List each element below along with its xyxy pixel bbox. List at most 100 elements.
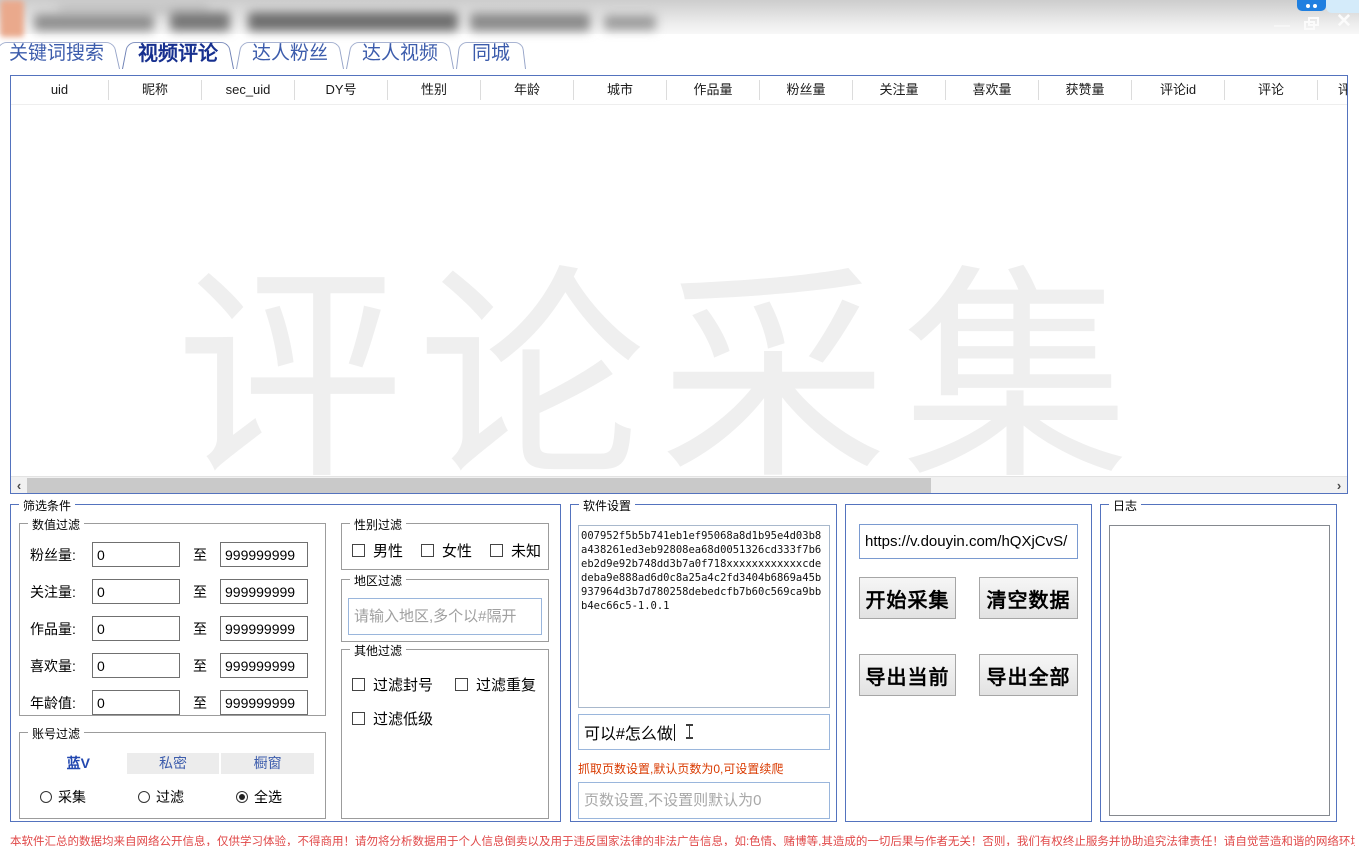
scroll-left-arrow-icon[interactable]: ‹ (11, 477, 27, 494)
close-button[interactable]: ✕ (1333, 10, 1355, 33)
fans-count-label: 粉丝量: (30, 545, 92, 565)
column-header-following: 关注量 (852, 80, 945, 100)
radio-icon (138, 791, 150, 803)
pages-hint-text: 抓取页数设置,默认页数为0,可设置续爬 (578, 760, 783, 777)
to-label: 至 (180, 582, 220, 602)
tab-video-comments[interactable]: 视频评论 (122, 39, 234, 69)
segment-showcase[interactable]: 橱窗 (221, 753, 314, 774)
checkbox-female-label: 女性 (442, 540, 472, 561)
segment-private[interactable]: 私密 (127, 753, 220, 774)
export-all-button[interactable]: 导出全部 (979, 654, 1078, 696)
column-header-gender: 性别 (387, 80, 480, 100)
radio-collect[interactable]: 采集 (40, 787, 86, 807)
likes-count-label: 喜欢量: (30, 656, 92, 676)
actions-group: 开始采集 清空数据 导出当前 导出全部 (845, 504, 1092, 822)
to-label: 至 (180, 693, 220, 713)
checkbox-filter-lowgrade[interactable]: 过滤低级 (352, 708, 433, 729)
segment-blue-v[interactable]: 蓝V (32, 753, 125, 774)
checkbox-male[interactable]: 男性 (352, 540, 403, 561)
scroll-right-arrow-icon[interactable]: › (1331, 477, 1347, 494)
column-header-sec-uid: sec_uid (201, 80, 294, 100)
pages-count-input[interactable] (578, 782, 830, 819)
following-min-input[interactable] (92, 579, 180, 604)
app-window: — ✕ 关键词搜索 视频评论 达人粉丝 达人视频 同城 uid 昵称 sec_u… (0, 0, 1359, 846)
account-filter-group: 账号过滤 蓝V 私密 橱窗 采集 过滤 全选 (19, 732, 326, 819)
clear-data-button[interactable]: 清空数据 (979, 577, 1078, 619)
redacted-title-text (604, 15, 656, 30)
checkbox-filter-duplicate[interactable]: 过滤重复 (455, 674, 536, 695)
following-count-label: 关注量: (30, 582, 92, 602)
works-min-input[interactable] (92, 616, 180, 641)
column-header-comment: 评论 (1224, 80, 1317, 100)
restore-button[interactable] (1304, 17, 1319, 30)
other-filter-group: 其他过滤 过滤封号 过滤重复 过滤低级 (341, 649, 549, 819)
column-header-city: 城市 (573, 80, 666, 100)
column-header-likes: 喜欢量 (945, 80, 1038, 100)
account-type-segments: 蓝V 私密 橱窗 (32, 753, 316, 774)
numeric-filter-title: 数值过滤 (28, 516, 84, 533)
disclaimer-text: 本软件汇总的数据均来自网络公开信息，仅供学习体验，不得商用！请勿将分析数据用于个… (10, 833, 1355, 846)
likes-count-filter-row: 喜欢量: 至 (20, 647, 325, 684)
start-collect-button[interactable]: 开始采集 (859, 577, 956, 619)
tab-same-city[interactable]: 同城 (456, 39, 526, 69)
software-settings-group: 软件设置 007952f5b5b741eb1ef95068a8d1b95e4d0… (570, 504, 837, 822)
column-header-praised: 获赞量 (1038, 80, 1131, 100)
minimize-button[interactable]: — (1274, 21, 1290, 31)
checkbox-male-label: 男性 (373, 540, 403, 561)
license-key-textarea[interactable]: 007952f5b5b741eb1ef95068a8d1b95e4d03b8a4… (578, 525, 830, 708)
redacted-title-text (248, 12, 458, 31)
likes-min-input[interactable] (92, 653, 180, 678)
fans-max-input[interactable] (220, 542, 308, 567)
fans-min-input[interactable] (92, 542, 180, 567)
log-listbox[interactable] (1109, 525, 1330, 816)
checkbox-filter-banned[interactable]: 过滤封号 (352, 674, 433, 695)
radio-select-all-label: 全选 (254, 787, 282, 807)
to-label: 至 (180, 619, 220, 639)
export-current-button[interactable]: 导出当前 (859, 654, 956, 696)
redacted-title-text (34, 14, 154, 31)
tab-creator-fans[interactable]: 达人粉丝 (236, 39, 344, 69)
text-caret (674, 724, 675, 741)
following-max-input[interactable] (220, 579, 308, 604)
column-header-age: 年龄 (480, 80, 573, 100)
works-max-input[interactable] (220, 616, 308, 641)
region-filter-title: 地区过滤 (350, 572, 406, 589)
column-header-comment-id: 评论id (1131, 80, 1224, 100)
age-min-input[interactable] (92, 690, 180, 715)
checkbox-filter-duplicate-label: 过滤重复 (476, 674, 536, 695)
column-header-dy-id: DY号 (294, 80, 387, 100)
age-max-input[interactable] (220, 690, 308, 715)
region-filter-group: 地区过滤 (341, 579, 549, 642)
radio-filter[interactable]: 过滤 (138, 787, 184, 807)
column-header-uid: uid (11, 80, 108, 100)
log-title: 日志 (1109, 497, 1141, 514)
likes-max-input[interactable] (220, 653, 308, 678)
column-header-nickname: 昵称 (108, 80, 201, 100)
checkbox-icon (352, 544, 365, 557)
scrollbar-thumb[interactable] (27, 478, 931, 493)
log-group: 日志 (1100, 504, 1337, 822)
window-titlebar: — ✕ (0, 0, 1359, 34)
checkbox-filter-lowgrade-label: 过滤低级 (373, 708, 433, 729)
checkbox-icon (352, 678, 365, 691)
radio-select-all[interactable]: 全选 (236, 787, 282, 807)
tab-keyword-search[interactable]: 关键词搜索 (0, 39, 120, 69)
filter-conditions-title: 筛选条件 (19, 497, 75, 514)
works-count-label: 作品量: (30, 619, 92, 639)
works-count-filter-row: 作品量: 至 (20, 610, 325, 647)
window-controls: — ✕ (1274, 10, 1355, 33)
redacted-title-text (470, 13, 590, 31)
checkbox-unknown[interactable]: 未知 (490, 540, 541, 561)
horizontal-scrollbar[interactable]: ‹ › (11, 476, 1347, 494)
region-input[interactable] (348, 598, 542, 635)
checkbox-female[interactable]: 女性 (421, 540, 472, 561)
keyword-input[interactable]: 可以#怎么做 (578, 714, 830, 750)
keyword-input-value: 可以#怎么做 (584, 720, 673, 744)
checkbox-icon (352, 712, 365, 725)
checkbox-icon (490, 544, 503, 557)
checkbox-icon (421, 544, 434, 557)
radio-collect-label: 采集 (58, 787, 86, 807)
tab-creator-videos[interactable]: 达人视频 (346, 39, 454, 69)
video-url-input[interactable] (859, 524, 1078, 559)
checkbox-icon (455, 678, 468, 691)
